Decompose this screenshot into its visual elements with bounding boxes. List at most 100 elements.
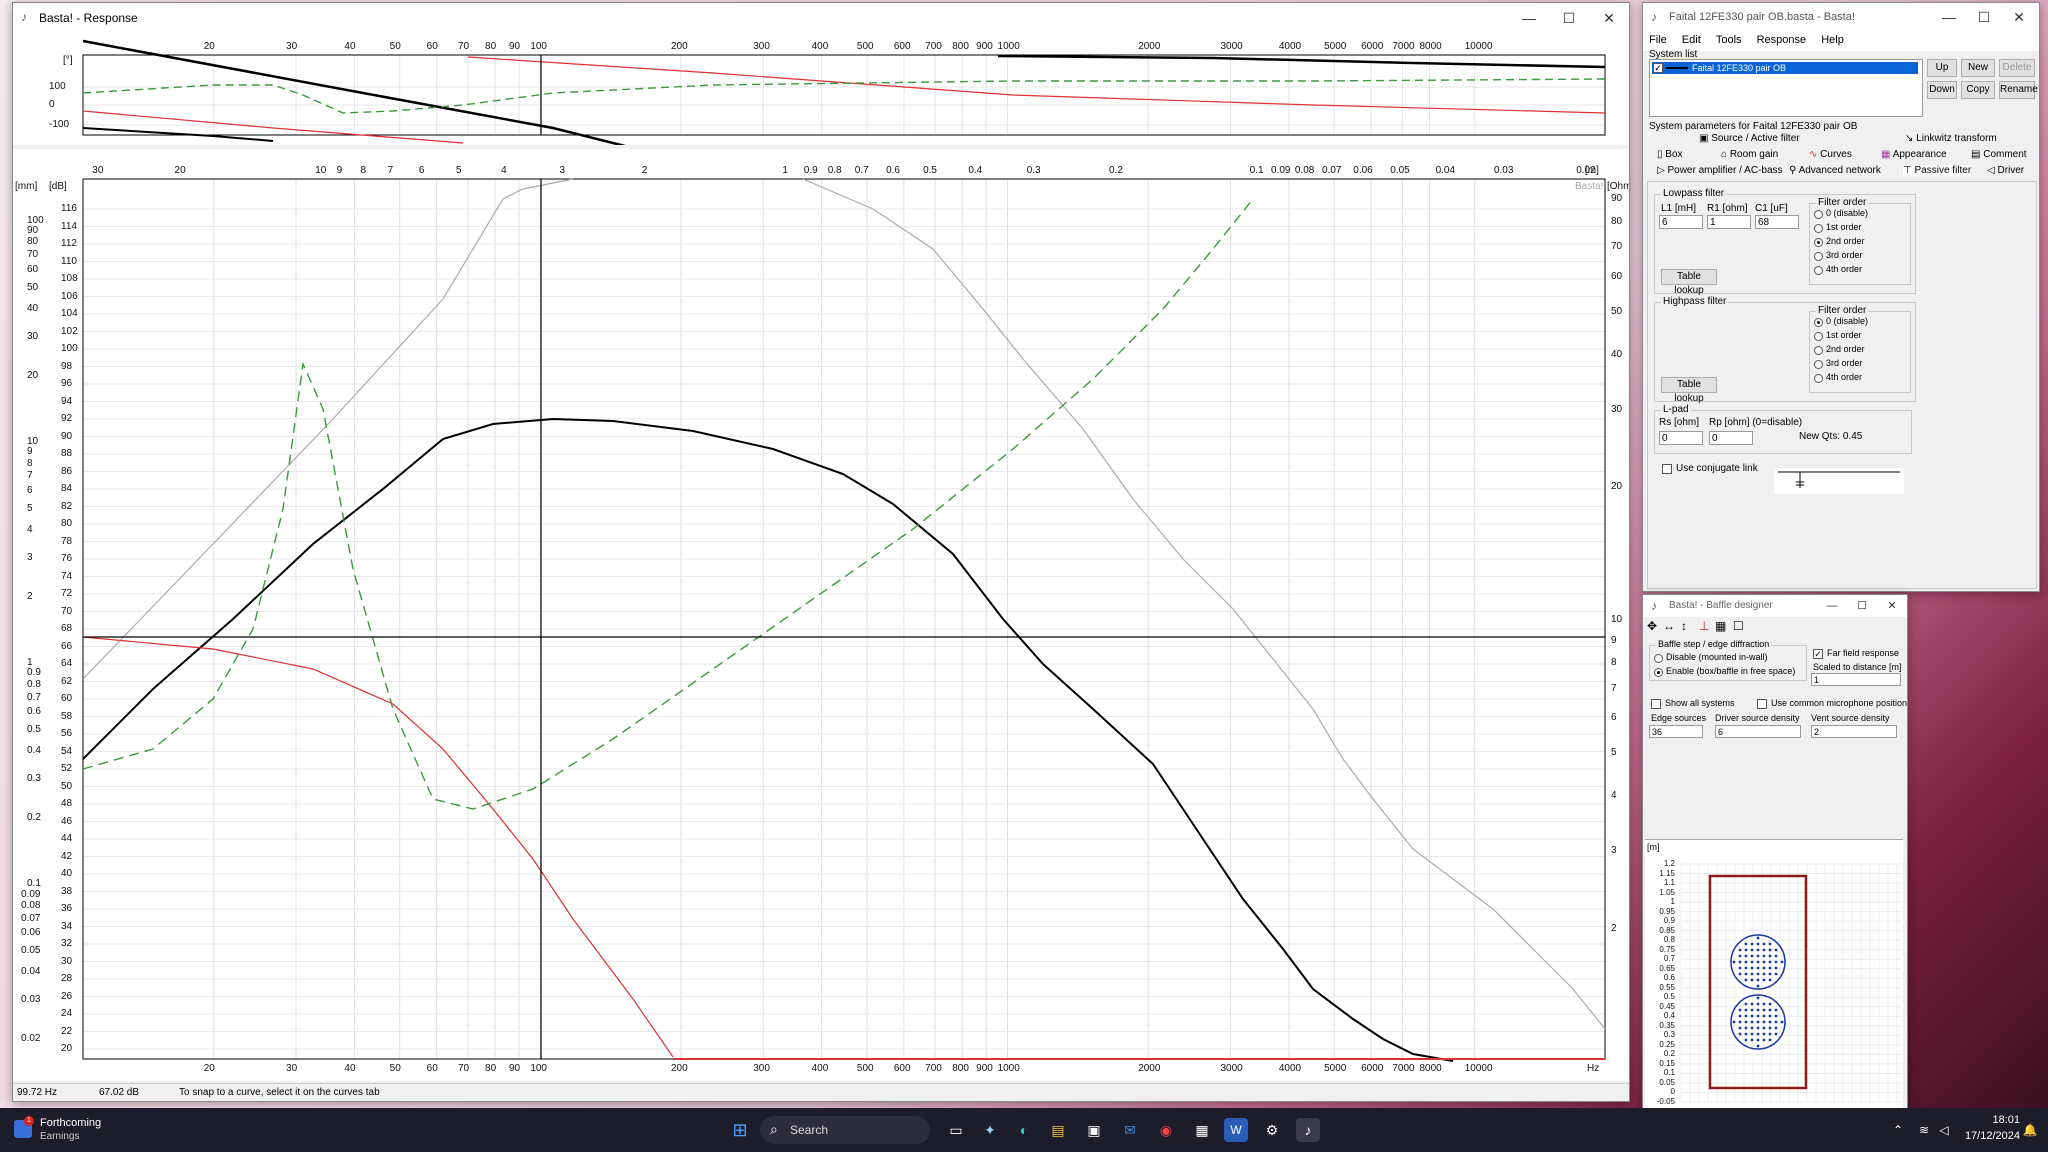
tab-source-active-filter[interactable]: ▣ Source / Active filter — [1699, 133, 1800, 144]
tab-comment[interactable]: ▤ Comment — [1971, 149, 2027, 160]
system-titlebar[interactable]: ♪ Faital 12FE330 pair OB.basta - Basta! … — [1643, 3, 2039, 31]
move-icon[interactable]: ✥ — [1647, 619, 1657, 633]
highpass-table-lookup-button[interactable]: Table lookup — [1661, 377, 1717, 404]
highpass-order-radio[interactable] — [1814, 346, 1823, 355]
maximize-button[interactable]: ☐ — [1964, 3, 2004, 31]
r1-input[interactable]: 1 — [1707, 215, 1751, 229]
lowpass-order-radio[interactable] — [1814, 210, 1823, 219]
lowpass-title: Lowpass filter — [1661, 188, 1727, 199]
driver-source-dot — [1768, 1014, 1772, 1018]
distance-input[interactable]: 1 — [1811, 673, 1901, 686]
driver-density-input[interactable]: 6 — [1715, 725, 1801, 738]
show-all-systems-checkbox[interactable] — [1651, 699, 1661, 709]
status-frequency: 99.72 Hz — [17, 1087, 58, 1098]
store-icon[interactable]: ▣ — [1082, 1118, 1106, 1142]
copy-button[interactable]: Copy — [1961, 81, 1995, 99]
rectangle-icon[interactable]: ☐ — [1733, 619, 1744, 633]
chevron-up-icon[interactable]: ⌃ — [1886, 1118, 1910, 1142]
minimize-button[interactable]: — — [1817, 595, 1847, 617]
baffle-titlebar[interactable]: ♪ Basta! - Baffle designer — ☐ ✕ — [1643, 595, 1907, 617]
notification-bell-icon[interactable]: 🔔 — [2018, 1118, 2042, 1142]
basta-app-icon[interactable]: ♪ — [1296, 1118, 1320, 1142]
c1-input[interactable]: 68 — [1755, 215, 1799, 229]
horizontal-resize-icon[interactable]: ↔ — [1663, 619, 1675, 633]
driver-source-dot — [1780, 960, 1784, 964]
system-list[interactable]: ✓ Faital 12FE330 pair OB — [1649, 59, 1923, 117]
task-view-icon[interactable]: ▭ — [944, 1118, 968, 1142]
lowpass-order-radio[interactable] — [1814, 224, 1823, 233]
menu-file[interactable]: File — [1643, 31, 1673, 49]
clock-time[interactable]: 18:01 — [1960, 1114, 2020, 1126]
up-button[interactable]: Up — [1927, 59, 1957, 77]
enable-diffraction-radio[interactable] — [1654, 668, 1663, 677]
main-response-plot[interactable]: Basta! 30 20 10 9 8 7 6 5 4 3 2 1 0.9 0.8 0.7 0.6 0.5 0.4… — [13, 149, 1629, 1081]
vertical-resize-icon[interactable]: ↕ — [1681, 619, 1687, 633]
tab-advanced-network[interactable]: ⚲ Advanced network — [1789, 165, 1881, 176]
lowpass-order-radio[interactable] — [1814, 266, 1823, 275]
lowpass-order-radio[interactable] — [1814, 252, 1823, 261]
delete-button[interactable]: Delete — [1999, 59, 2035, 77]
db-tick: 36 — [61, 903, 73, 914]
highpass-order-radio[interactable] — [1814, 360, 1823, 369]
phase-plot[interactable]: [°] 100 0 -100 20 30 40 50 60 70 80 90 100 200 300 40… — [13, 33, 1629, 175]
vent-density-input[interactable]: 2 — [1811, 725, 1897, 738]
maximize-button[interactable]: ☐ — [1847, 595, 1877, 617]
word-icon[interactable]: W — [1224, 1118, 1248, 1142]
volume-icon[interactable]: ◁ — [1932, 1118, 1956, 1142]
new-button[interactable]: New — [1961, 59, 1995, 77]
edge-sources-input[interactable]: 36 — [1649, 725, 1703, 738]
far-field-checkbox[interactable]: ✓ — [1813, 649, 1823, 659]
highpass-order-radio[interactable] — [1814, 374, 1823, 383]
settings-icon[interactable]: ⚙ — [1260, 1118, 1284, 1142]
frequency-tick: 400 — [811, 1063, 829, 1074]
tab-power-amplifier[interactable]: ▷ Power amplifier / AC-bass — [1657, 165, 1783, 176]
rename-button[interactable]: Rename — [1999, 81, 2038, 99]
tab-curves[interactable]: ∿ Curves — [1809, 149, 1852, 160]
menu-edit[interactable]: Edit — [1676, 31, 1707, 49]
system-list-item[interactable]: ✓ Faital 12FE330 pair OB — [1652, 62, 1918, 74]
menu-tools[interactable]: Tools — [1710, 31, 1748, 49]
menu-response[interactable]: Response — [1751, 31, 1813, 49]
rs-input[interactable]: 0 — [1659, 431, 1703, 445]
tab-driver[interactable]: ◁ Driver — [1987, 165, 2024, 176]
tab-appearance[interactable]: ▦ Appearance — [1881, 149, 1947, 160]
rp-input[interactable]: 0 — [1709, 431, 1753, 445]
chrome-icon[interactable]: ◉ — [1154, 1118, 1178, 1142]
grid-icon[interactable]: ▦ — [1715, 619, 1726, 633]
menu-help[interactable]: Help — [1815, 31, 1850, 49]
l1-input[interactable]: 6 — [1659, 215, 1703, 229]
tab-linkwitz-transform[interactable]: ↘ Linkwitz transform — [1905, 133, 1997, 144]
maximize-button[interactable]: ☐ — [1549, 3, 1589, 33]
minimize-button[interactable]: — — [1929, 3, 1969, 31]
calculator-icon[interactable]: ▦ — [1190, 1118, 1214, 1142]
news-widget[interactable]: 1 Forthcoming Earnings — [14, 1116, 124, 1144]
system-visible-checkbox[interactable]: ✓ — [1653, 63, 1663, 73]
highpass-order-radio[interactable] — [1814, 332, 1823, 341]
tab-box[interactable]: ▯ Box — [1657, 149, 1683, 160]
tab-passive-filter[interactable]: ⊤ Passive filter — [1903, 165, 1972, 176]
common-mic-checkbox[interactable] — [1757, 699, 1767, 709]
edge-icon[interactable]: ◐ — [1012, 1118, 1036, 1142]
start-icon[interactable]: ⊞ — [728, 1118, 752, 1142]
search-box[interactable]: ⌕ Search — [760, 1116, 930, 1144]
close-button[interactable]: ✕ — [1877, 595, 1907, 617]
clock-date[interactable]: 17/12/2024 — [1954, 1130, 2020, 1142]
file-explorer-icon[interactable]: ▤ — [1046, 1118, 1070, 1142]
add-edge-icon[interactable]: ⊥ — [1699, 619, 1709, 633]
outlook-icon[interactable]: ✉ — [1118, 1118, 1142, 1142]
conjugate-link-checkbox[interactable] — [1662, 464, 1672, 474]
tab-room-gain[interactable]: ⌂ Room gain — [1721, 149, 1778, 160]
lowpass-order-radio[interactable] — [1814, 238, 1823, 247]
lowpass-table-lookup-button[interactable]: Table lookup — [1661, 269, 1717, 296]
highpass-order-label: 0 (disable) — [1826, 316, 1869, 326]
down-button[interactable]: Down — [1927, 81, 1957, 99]
news-badge: 1 — [24, 1116, 34, 1126]
highpass-order-radio[interactable] — [1814, 318, 1823, 327]
baffle-canvas[interactable]: [m] 1.2 1.15 1.1 1.05 1 0.95 0.9 0.85 0.8 0.75 0.7… — [1645, 839, 1903, 1110]
copilot-icon[interactable]: ✦ — [978, 1118, 1002, 1142]
close-button[interactable]: ✕ — [1589, 3, 1629, 33]
minimize-button[interactable]: — — [1509, 3, 1549, 33]
close-button[interactable]: ✕ — [1999, 3, 2039, 31]
disable-diffraction-radio[interactable] — [1654, 654, 1663, 663]
response-titlebar[interactable]: ♪ Basta! - Response — ☐ ✕ — [13, 3, 1629, 33]
